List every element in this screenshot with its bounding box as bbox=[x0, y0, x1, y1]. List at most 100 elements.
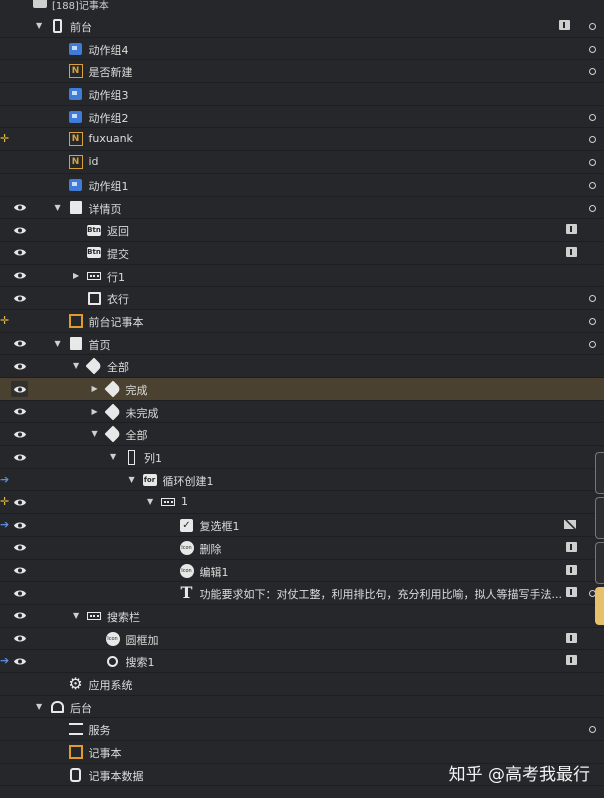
phone-icon bbox=[50, 19, 64, 33]
expand-caret-icon[interactable]: ▶ bbox=[92, 385, 100, 393]
status-dot-icon[interactable] bbox=[589, 23, 596, 30]
tree-row-label: 行1 bbox=[107, 270, 125, 284]
tree-row-yingyongxitong[interactable]: ⚙ 应用系统 bbox=[0, 673, 604, 696]
tree-row-dongzuozu1[interactable]: 动作组1 bbox=[0, 174, 604, 197]
tree-row-label: 详情页 bbox=[88, 202, 122, 216]
collapse-caret-icon[interactable]: ▼ bbox=[55, 203, 63, 212]
tree-row-yuankuangjia[interactable]: Icon 圆框加 bbox=[0, 628, 604, 651]
expand-caret-icon[interactable]: ▶ bbox=[92, 407, 100, 416]
eye-icon[interactable] bbox=[11, 653, 28, 669]
status-dot-icon[interactable] bbox=[589, 136, 596, 144]
eye-icon[interactable] bbox=[11, 358, 28, 374]
eye-icon[interactable] bbox=[11, 449, 28, 465]
info-badge-icon[interactable] bbox=[559, 20, 570, 30]
collapse-caret-icon[interactable]: ▼ bbox=[73, 362, 81, 370]
for-loop-icon: for bbox=[142, 473, 157, 486]
collapse-caret-icon[interactable]: ▼ bbox=[92, 430, 100, 438]
tree-row-tijiao[interactable]: Btn 提交 bbox=[0, 242, 604, 265]
info-badge-icon[interactable] bbox=[566, 655, 577, 666]
tree-row-xunhuanchuangjian1[interactable]: ➔ ▼ for 循环创建1 bbox=[0, 469, 604, 492]
tree-row-label: 后台 bbox=[70, 701, 92, 715]
eye-icon[interactable] bbox=[11, 268, 28, 284]
status-dot-icon[interactable] bbox=[589, 159, 596, 167]
eye-icon[interactable] bbox=[11, 290, 28, 306]
collapse-caret-icon[interactable]: ▼ bbox=[55, 339, 63, 348]
tree-row-sousuo1[interactable]: ➔ 搜索1 bbox=[0, 650, 604, 673]
status-dot-icon[interactable] bbox=[589, 45, 596, 53]
side-tab-2[interactable] bbox=[595, 497, 604, 539]
status-dot-icon[interactable] bbox=[589, 113, 596, 121]
tree-row-id[interactable]: Nid bbox=[0, 151, 604, 174]
eye-icon[interactable] bbox=[11, 563, 28, 579]
collapse-caret-icon[interactable]: ▼ bbox=[110, 453, 118, 461]
tree-row-quanbu-a[interactable]: ▼ 全部 bbox=[0, 355, 604, 378]
eye-icon[interactable] bbox=[11, 631, 28, 647]
status-dot-icon[interactable] bbox=[589, 68, 596, 76]
text-icon: T bbox=[180, 583, 193, 603]
action-group-icon bbox=[69, 178, 83, 192]
tree-row-houtai[interactable]: ▼ 后台 bbox=[0, 696, 604, 719]
eye-icon[interactable] bbox=[11, 404, 28, 420]
tree-row-sousuolan[interactable]: ▼ 搜索栏 bbox=[0, 605, 604, 628]
collapse-caret-icon[interactable]: ▼ bbox=[36, 702, 44, 711]
eye-icon[interactable] bbox=[11, 608, 28, 624]
tree-row-dongzuozu3[interactable]: 动作组3 bbox=[0, 83, 604, 106]
tree-row-lie1[interactable]: ▼ 列1 bbox=[0, 446, 604, 469]
side-tab-active[interactable] bbox=[595, 587, 604, 625]
tree-row-xiangqingye[interactable]: ▼ 详情页 bbox=[0, 197, 604, 220]
info-badge-icon[interactable] bbox=[566, 564, 577, 575]
tree-row-shouye[interactable]: ▼ 首页 bbox=[0, 333, 604, 356]
status-dot-icon[interactable] bbox=[589, 181, 596, 189]
tree-row-fuwu[interactable]: 服务 bbox=[0, 718, 604, 741]
eye-icon[interactable] bbox=[11, 222, 28, 238]
tree-row-wancheng[interactable]: ▶ 完成 bbox=[0, 378, 604, 401]
info-badge-icon[interactable] bbox=[566, 224, 577, 235]
tag-icon bbox=[85, 357, 103, 375]
tree-row-text-req[interactable]: T 功能要求如下：对仗工整，利用排比句，充分利用比喻，拟人等描写手法... bbox=[0, 582, 604, 605]
eye-icon[interactable] bbox=[11, 426, 28, 442]
collapse-caret-icon[interactable]: ▼ bbox=[36, 22, 44, 30]
eye-icon[interactable] bbox=[11, 245, 28, 261]
status-dot-icon[interactable] bbox=[589, 204, 596, 212]
eye-icon[interactable] bbox=[11, 494, 28, 510]
link-arrow-icon: ➔ bbox=[0, 518, 10, 532]
tree-row-fanhui[interactable]: Btn 返回 bbox=[0, 219, 604, 242]
collapse-caret-icon[interactable]: ▼ bbox=[147, 498, 155, 506]
side-tab-3[interactable] bbox=[595, 542, 604, 584]
hidden-media-icon[interactable] bbox=[563, 517, 577, 531]
tree-row-yihang[interactable]: 衣行 bbox=[0, 287, 604, 310]
expand-caret-icon[interactable]: ▶ bbox=[73, 271, 81, 280]
tree-row-shifouxinjian[interactable]: N 是否新建 bbox=[0, 60, 604, 84]
tree-row-label: 是否新建 bbox=[88, 66, 133, 80]
eye-icon[interactable] bbox=[11, 540, 28, 556]
tree-row-qiantai[interactable]: ▼ 前台 bbox=[0, 15, 604, 38]
collapse-caret-icon[interactable]: ▼ bbox=[73, 611, 81, 620]
eye-icon[interactable] bbox=[11, 517, 28, 533]
tree-row-fuxuank[interactable]: ✛ Nfuxuank bbox=[0, 128, 604, 152]
status-dot-icon[interactable] bbox=[589, 726, 596, 734]
status-dot-icon[interactable] bbox=[589, 317, 596, 325]
status-dot-icon[interactable] bbox=[589, 295, 596, 303]
eye-icon[interactable] bbox=[11, 381, 28, 397]
info-badge-icon[interactable] bbox=[566, 632, 577, 643]
info-badge-icon[interactable] bbox=[566, 246, 577, 257]
tree-row-dongzuozu2[interactable]: 动作组2 bbox=[0, 106, 604, 129]
tree-row-row-1[interactable]: ✛ ▼ 1 bbox=[0, 491, 604, 515]
eye-icon[interactable] bbox=[11, 336, 28, 352]
eye-icon[interactable] bbox=[11, 200, 28, 216]
tree-row-hang1[interactable]: ▶ 行1 bbox=[0, 265, 604, 288]
tree-row-fuxuankuang1[interactable]: ➔ ✓ 复选框1 bbox=[0, 514, 604, 537]
status-dot-icon[interactable] bbox=[589, 340, 596, 348]
info-badge-icon[interactable] bbox=[566, 541, 577, 552]
side-tab-1[interactable] bbox=[595, 452, 604, 494]
info-badge-icon[interactable] bbox=[566, 587, 577, 598]
tree-row-label: 动作组4 bbox=[88, 43, 129, 57]
tree-row-qiantaijishiben[interactable]: ✛ 前台记事本 bbox=[0, 310, 604, 333]
tree-row-bianji1[interactable]: Icon 编辑1 bbox=[0, 560, 604, 583]
tree-row-quanbu-b[interactable]: ▼ 全部 bbox=[0, 423, 604, 447]
tree-row-dongzuozu4[interactable]: 动作组4 bbox=[0, 38, 604, 61]
collapse-caret-icon[interactable]: ▼ bbox=[129, 475, 137, 484]
tree-row-weiwancheng[interactable]: ▶ 未完成 bbox=[0, 401, 604, 424]
eye-icon[interactable] bbox=[11, 585, 28, 601]
tree-row-shanchu[interactable]: Icon 删除 bbox=[0, 537, 604, 560]
